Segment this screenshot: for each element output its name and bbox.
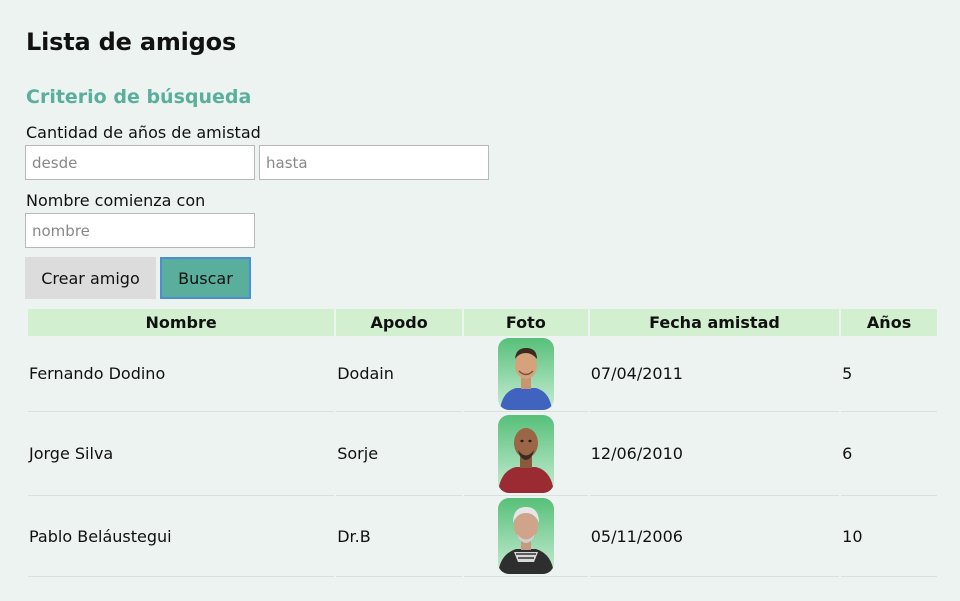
friend-photo-cell xyxy=(463,336,588,412)
column-header-photo[interactable]: Foto xyxy=(463,309,588,336)
person-photo-icon xyxy=(497,498,554,574)
column-header-friendship-date[interactable]: Fecha amistad xyxy=(589,309,840,336)
column-header-nickname[interactable]: Apodo xyxy=(336,309,462,336)
friend-years: 5 xyxy=(841,336,937,412)
person-photo-icon xyxy=(497,337,554,410)
table-row[interactable]: Pablo Beláustegui Dr.B 05/11/2006 10 xyxy=(28,496,937,577)
name-filter-label: Nombre comienza con xyxy=(26,191,206,210)
column-header-name[interactable]: Nombre xyxy=(28,309,335,336)
table-header-row: Nombre Apodo Foto Fecha amistad Años xyxy=(28,309,937,336)
friend-friendship-date: 07/04/2011 xyxy=(589,336,840,412)
create-friend-button[interactable]: Crear amigo xyxy=(25,257,156,299)
friend-name: Jorge Silva xyxy=(28,412,335,496)
friend-friendship-date: 12/06/2010 xyxy=(589,412,840,496)
friend-name: Pablo Beláustegui xyxy=(28,496,335,577)
friend-name: Fernando Dodino xyxy=(28,336,335,412)
friends-table: Nombre Apodo Foto Fecha amistad Años Fer… xyxy=(26,309,939,577)
search-button[interactable]: Buscar xyxy=(160,257,251,299)
years-from-input[interactable] xyxy=(25,145,255,180)
friend-nickname: Sorje xyxy=(336,412,462,496)
friend-years: 6 xyxy=(841,412,937,496)
friends-page: Lista de amigos Criterio de búsqueda Can… xyxy=(0,0,960,601)
person-photo-icon xyxy=(497,414,554,493)
friend-nickname: Dr.B xyxy=(336,496,462,577)
search-criteria-heading: Criterio de búsqueda xyxy=(26,86,252,108)
friend-photo-cell xyxy=(463,412,588,496)
name-starts-with-input[interactable] xyxy=(25,213,255,248)
years-to-input[interactable] xyxy=(259,145,489,180)
column-header-years[interactable]: Años xyxy=(841,309,937,336)
table-row[interactable]: Jorge Silva Sorje 12/06/2010 6 xyxy=(28,412,937,496)
friend-years: 10 xyxy=(841,496,937,577)
page-title: Lista de amigos xyxy=(26,28,237,56)
friend-photo-cell xyxy=(463,496,588,577)
table-row[interactable]: Fernando Dodino Dodain 07/04/2011 5 xyxy=(28,336,937,412)
friend-friendship-date: 05/11/2006 xyxy=(589,496,840,577)
friend-nickname: Dodain xyxy=(336,336,462,412)
years-range-label: Cantidad de años de amistad xyxy=(26,123,261,142)
